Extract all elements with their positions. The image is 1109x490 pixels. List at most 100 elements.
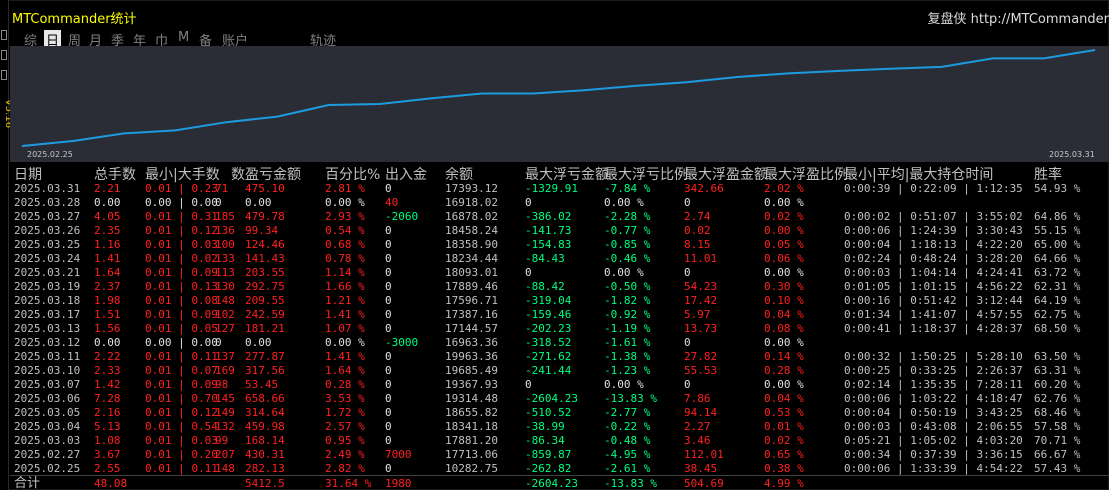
table-row[interactable]: 2025.03.24 1.41 0.01 | 0.02 133 141.43 0.78 %…	[10, 252, 1109, 266]
table-row[interactable]: 2025.03.19 2.37 0.01 | 0.13 130 292.75 1.66 %…	[10, 280, 1109, 294]
header-max-float-profit-pct[interactable]: 最大浮盈比例	[764, 164, 848, 183]
strip-marker[interactable]	[1, 30, 7, 40]
cell-balance: 17387.16	[445, 308, 498, 321]
cell-max-float-profit: 0	[684, 378, 691, 391]
header-max-float-loss[interactable]: 最大浮亏金额	[525, 164, 609, 183]
table-row[interactable]: 2025.03.25 1.16 0.01 | 0.03 100 124.46 0.68 %…	[10, 238, 1109, 252]
cell-hold-time: 0:00:16 | 0:51:42 | 3:12:44	[844, 294, 1023, 307]
cell-win-rate: 62.75 %	[1034, 308, 1081, 321]
cell-max-float-profit: 38.45	[684, 462, 718, 475]
strip-marker[interactable]	[1, 50, 7, 60]
cell-date: 2025.03.04	[14, 420, 81, 433]
cell-hold-time: 0:00:02 | 0:51:07 | 3:55:02	[844, 210, 1023, 223]
table-row[interactable]: 2025.03.04 5.13 0.01 | 0.54 132 459.98 2.57 %…	[10, 420, 1109, 434]
table-row[interactable]: 2025.03.26 2.35 0.01 | 0.12 136 99.34 0.54 % 0…	[10, 224, 1109, 238]
cell-max-float-profit: 8.15	[684, 238, 711, 251]
cell-win-rate: 57.58 %	[1034, 420, 1081, 433]
cell-count: 169	[215, 364, 235, 377]
header-balance[interactable]: 余额	[445, 164, 473, 183]
left-side-strip: V5.16	[0, 0, 14, 490]
cell-total-lots: 7.28	[94, 392, 121, 405]
cell-profit-loss: 479.78	[245, 210, 285, 223]
cell-max-float-loss: -241.44	[525, 364, 572, 377]
header-count[interactable]: 数	[231, 164, 245, 183]
header-hold-time[interactable]: 最小|平均|最大持仓时间	[844, 164, 993, 183]
strip-marker[interactable]	[1, 70, 7, 80]
cell-min-max-lots: 0.01 | 0.20	[145, 448, 218, 461]
chart-end-date: 2025.03.31	[1049, 150, 1095, 159]
table-row[interactable]: 2025.03.12 0.00 0.00 | 0.00 0 0.00 0.00 % -300…	[10, 336, 1109, 350]
cell-max-float-loss: -262.82	[525, 462, 572, 475]
table-row[interactable]: 2025.03.21 1.64 0.01 | 0.09 113 203.55 1.14 %…	[10, 266, 1109, 280]
table-row[interactable]: 2025.02.25 2.55 0.01 | 0.11 148 282.13 2.82 %…	[10, 462, 1109, 476]
cell-min-max-lots: 0.01 | 0.70	[145, 392, 218, 405]
table-row[interactable]: 2025.03.03 1.08 0.01 | 0.03 99 168.14 0.95 % 0…	[10, 434, 1109, 448]
cell-max-float-profit: 342.66	[684, 182, 724, 195]
cell-max-float-profit-pct: 0.05 %	[764, 238, 804, 251]
cell-max-float-loss: -154.83	[525, 238, 572, 251]
stats-table: 日期 总手数 最小|大手数 数 盈亏金额 百分比% 出入金 余额 最大浮亏金额 …	[10, 164, 1109, 490]
cell-total-lots: 2.35	[94, 224, 121, 237]
cell-win-rate: 57.43 %	[1034, 462, 1081, 475]
cell-total-lots: 0.00	[94, 336, 121, 349]
header-max-float-profit[interactable]: 最大浮盈金额	[684, 164, 768, 183]
header-date[interactable]: 日期	[14, 164, 42, 183]
cell-max-float-profit: 0.02	[684, 224, 711, 237]
totals-max-float-profit: 504.69	[684, 477, 724, 490]
header-profit-loss[interactable]: 盈亏金额	[245, 164, 301, 183]
cell-balance: 16918.02	[445, 196, 498, 209]
cell-percent: 2.82 %	[325, 462, 365, 475]
cell-max-float-loss: -1329.91	[525, 182, 578, 195]
cell-count: 113	[215, 266, 235, 279]
cell-profit-loss: 0.00	[245, 196, 272, 209]
cell-max-float-loss-pct: -4.95 %	[604, 448, 651, 461]
cell-profit-loss: 658.66	[245, 392, 285, 405]
cell-max-float-loss-pct: -13.83 %	[604, 392, 657, 405]
cell-min-max-lots: 0.01 | 0.54	[145, 420, 218, 433]
cell-max-float-loss-pct: -0.48 %	[604, 434, 651, 447]
table-row[interactable]: 2025.03.17 1.51 0.01 | 0.09 102 242.59 1.41 %…	[10, 308, 1109, 322]
cell-percent: 1.07 %	[325, 322, 365, 335]
table-row[interactable]: 2025.03.28 0.00 0.00 | 0.00 0 0.00 0.00 % 40 16…	[10, 196, 1109, 210]
cell-max-float-profit: 0	[684, 196, 691, 209]
cell-min-max-lots: 0.01 | 0.12	[145, 406, 218, 419]
cell-win-rate: 55.15 %	[1034, 224, 1081, 237]
cell-max-float-loss-pct: -7.84 %	[604, 182, 651, 195]
cell-profit-loss: 317.56	[245, 364, 285, 377]
cell-min-max-lots: 0.01 | 0.11	[145, 462, 218, 475]
table-row[interactable]: 2025.03.13 1.56 0.01 | 0.05 127 181.21 1.07 %…	[10, 322, 1109, 336]
table-row[interactable]: 2025.03.18 1.98 0.01 | 0.08 148 209.55 1.21 %…	[10, 294, 1109, 308]
cell-percent: 1.14 %	[325, 266, 365, 279]
header-percent[interactable]: 百分比%	[325, 164, 380, 183]
header-min-max-lots[interactable]: 最小|大手数	[145, 164, 220, 183]
cell-percent: 2.81 %	[325, 182, 365, 195]
cell-win-rate: 64.19 %	[1034, 294, 1081, 307]
equity-line	[21, 49, 1096, 147]
brand-link[interactable]: 复盘侠 http://MTCommander	[927, 8, 1109, 27]
cell-min-max-lots: 0.01 | 0.07	[145, 364, 218, 377]
table-row[interactable]: 2025.03.11 2.22 0.01 | 0.11 137 277.87 1.41 %…	[10, 350, 1109, 364]
tab-magic[interactable]: M	[178, 30, 189, 45]
table-row[interactable]: 2025.03.05 2.16 0.01 | 0.12 149 314.64 1.72 %…	[10, 406, 1109, 420]
header-win-rate[interactable]: 胜率	[1034, 164, 1062, 183]
table-row[interactable]: 2025.03.10 2.33 0.01 | 0.07 169 317.56 1.64 %…	[10, 364, 1109, 378]
table-row[interactable]: 2025.03.27 4.05 0.01 | 0.31 185 479.78 2.93 %…	[10, 210, 1109, 224]
cell-max-float-profit: 2.27	[684, 420, 711, 433]
table-row[interactable]: 2025.03.06 7.28 0.01 | 0.70 145 658.66 3.53 %…	[10, 392, 1109, 406]
cell-max-float-profit-pct: 0.10 %	[764, 294, 804, 307]
cell-hold-time: 0:00:04 | 0:50:19 | 3:43:25	[844, 406, 1023, 419]
cell-balance: 19685.49	[445, 364, 498, 377]
table-row[interactable]: 2025.02.27 3.67 0.01 | 0.20 207 430.31 2.49 %…	[10, 448, 1109, 462]
header-total-lots[interactable]: 总手数	[94, 164, 136, 183]
header-deposit-withdraw[interactable]: 出入金	[385, 164, 427, 183]
cell-max-float-profit-pct: 0.06 %	[764, 252, 804, 265]
cell-balance: 10282.75	[445, 462, 498, 475]
cell-total-lots: 5.13	[94, 420, 121, 433]
table-row[interactable]: 2025.03.31 2.21 0.01 | 0.23 71 475.10 2.81 % 0…	[10, 182, 1109, 196]
cell-max-float-loss: -38.99	[525, 420, 565, 433]
header-max-float-loss-pct[interactable]: 最大浮亏比例	[604, 164, 688, 183]
cell-hold-time: 0:05:21 | 1:05:02 | 4:03:20	[844, 434, 1023, 447]
table-row[interactable]: 2025.03.07 1.42 0.01 | 0.09 98 53.45 0.28 % 0 1…	[10, 378, 1109, 392]
cell-total-lots: 1.16	[94, 238, 121, 251]
cell-hold-time: 0:00:34 | 0:37:39 | 3:36:15	[844, 448, 1023, 461]
